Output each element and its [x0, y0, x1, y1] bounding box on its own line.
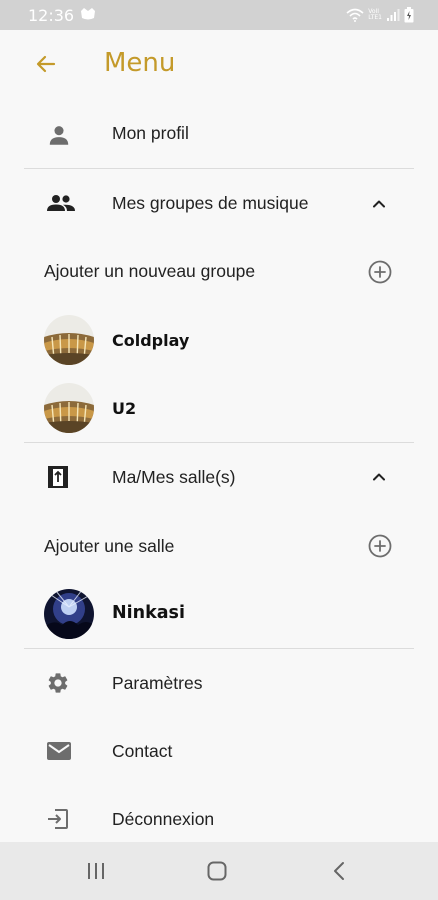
menu-item-label: Paramètres: [112, 673, 203, 693]
person-icon: [49, 126, 69, 145]
band-name: Coldplay: [112, 331, 190, 350]
band-name: U2: [112, 399, 137, 418]
band-item-coldplay[interactable]: Coldplay: [0, 310, 438, 372]
arrow-left-icon: [36, 55, 56, 73]
home-icon[interactable]: [205, 860, 229, 882]
band-photo: [44, 383, 94, 433]
add-venue-row[interactable]: Ajouter une salle: [0, 514, 438, 576]
band-item-u2[interactable]: U2: [0, 378, 438, 440]
band-photo: [44, 315, 94, 365]
status-bar: 12:36 VoII LTE1: [0, 0, 438, 30]
add-circle-icon[interactable]: [368, 534, 392, 558]
menu-item-label: Déconnexion: [112, 809, 215, 829]
app-notification-icon: [81, 8, 95, 20]
back-nav-icon[interactable]: [328, 860, 352, 882]
divider: [24, 442, 414, 443]
venue-photo: [44, 589, 94, 639]
signal-icon: [387, 9, 400, 21]
menu-section-label: Ma/Mes salle(s): [112, 467, 236, 487]
menu-section-venues[interactable]: Ma/Mes salle(s): [0, 444, 438, 510]
battery-icon: [404, 7, 414, 23]
status-time: 12:36: [28, 6, 75, 25]
system-nav-bar: [0, 842, 438, 900]
menu-item-contact[interactable]: Contact: [0, 718, 438, 784]
mail-icon: [47, 742, 71, 760]
menu-section-label: Mes groupes de musique: [112, 193, 309, 213]
divider: [24, 648, 414, 649]
divider: [24, 168, 414, 169]
venue-door-icon: [48, 466, 68, 488]
add-venue-label: Ajouter une salle: [44, 536, 175, 556]
menu-item-label: Mon profil: [112, 123, 189, 143]
chevron-up-icon[interactable]: [370, 468, 388, 486]
volte-indicator: VoII LTE1: [368, 8, 382, 21]
add-circle-icon[interactable]: [368, 260, 392, 284]
back-button[interactable]: [34, 52, 58, 76]
status-indicators: VoII LTE1: [346, 6, 414, 24]
recent-apps-icon[interactable]: [84, 860, 108, 882]
venue-item-ninkasi[interactable]: Ninkasi: [0, 582, 438, 646]
group-icon: [47, 195, 75, 211]
avatar: [44, 589, 94, 639]
avatar: [44, 315, 94, 365]
menu-item-logout[interactable]: Déconnexion: [0, 786, 438, 842]
menu-item-settings[interactable]: Paramètres: [0, 650, 438, 716]
gear-icon: [48, 673, 68, 693]
add-band-label: Ajouter un nouveau groupe: [44, 261, 256, 281]
add-band-row[interactable]: Ajouter un nouveau groupe: [0, 240, 438, 302]
menu-item-profile[interactable]: Mon profil: [0, 102, 438, 166]
chevron-up-icon[interactable]: [370, 195, 388, 213]
logout-icon: [48, 809, 68, 829]
page-title: Menu: [104, 48, 176, 78]
avatar: [44, 383, 94, 433]
menu-section-bands[interactable]: Mes groupes de musique: [0, 170, 438, 236]
venue-name: Ninkasi: [112, 603, 185, 623]
wifi-icon: [346, 8, 364, 22]
menu-item-label: Contact: [112, 741, 173, 761]
